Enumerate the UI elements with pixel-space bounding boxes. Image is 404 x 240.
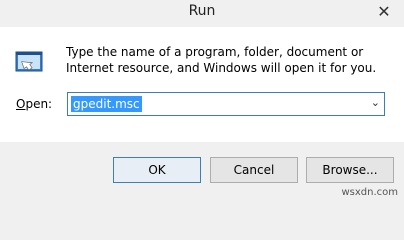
open-combobox[interactable]: gpedit.msc ⌄	[67, 92, 385, 116]
dialog-body: Type the name of a program, folder, docu…	[0, 27, 404, 142]
dialog-description: Type the name of a program, folder, docu…	[66, 45, 377, 75]
title-bar[interactable]: Run ✕	[0, 0, 404, 27]
close-icon: ✕	[377, 1, 391, 21]
open-label: Open:	[16, 97, 52, 111]
open-input[interactable]: gpedit.msc	[71, 96, 142, 112]
window-title: Run	[188, 3, 216, 19]
browse-button[interactable]: Browse...	[306, 157, 394, 183]
watermark: wsxdn.com	[341, 187, 398, 198]
run-dialog: Run ✕ Type the name of a program, folder…	[0, 0, 404, 201]
ok-button[interactable]: OK	[113, 157, 201, 183]
cancel-button[interactable]: Cancel	[210, 157, 298, 183]
close-button[interactable]: ✕	[372, 0, 396, 22]
button-bar: OK Cancel Browse... wsxdn.com	[0, 142, 404, 201]
run-dialog-icon	[14, 46, 48, 76]
open-label-rest: pen:	[25, 97, 53, 111]
chevron-down-icon[interactable]: ⌄	[371, 96, 380, 109]
